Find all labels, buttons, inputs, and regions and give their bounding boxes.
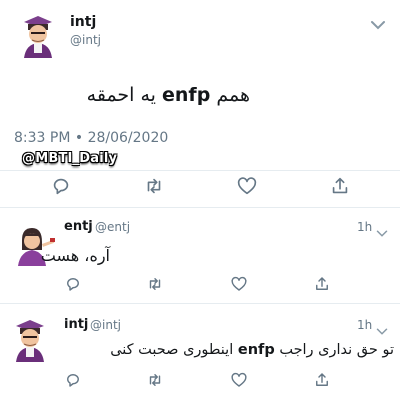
author-handle[interactable]: @intj: [70, 33, 101, 47]
heart-icon[interactable]: [230, 275, 248, 293]
tweet-text-pre: همم: [210, 84, 250, 106]
tweet-timestamp[interactable]: 8:33 PM • 28/06/2020: [14, 130, 168, 146]
watermark: @MBTI_Daily: [22, 151, 118, 166]
reply-icon[interactable]: [50, 175, 72, 197]
author-name[interactable]: intj: [64, 317, 88, 332]
chevron-down-icon[interactable]: [376, 321, 388, 335]
tweet-text-bold: enfp: [162, 84, 211, 106]
author-handle[interactable]: @intj: [90, 318, 121, 332]
divider: [0, 303, 400, 304]
chevron-down-icon[interactable]: [376, 223, 388, 237]
divider: [0, 207, 400, 208]
reply-time[interactable]: 1h: [357, 318, 372, 332]
share-icon[interactable]: [329, 175, 351, 197]
divider: [0, 170, 400, 171]
heart-icon[interactable]: [230, 371, 248, 389]
reply-text-pre: تو حق نداری راجب: [274, 342, 394, 358]
author-name[interactable]: entj: [64, 219, 93, 234]
retweet-icon[interactable]: [146, 275, 164, 293]
share-icon[interactable]: [313, 275, 331, 293]
tweet-text-post: یه احمقه: [86, 84, 163, 106]
share-icon[interactable]: [313, 371, 331, 389]
reply-text-post: اینطوری صحبت کنی: [110, 342, 238, 358]
tweet-text: همم enfp یه احمقه: [87, 84, 250, 106]
reply-icon[interactable]: [64, 275, 82, 293]
chevron-down-icon[interactable]: [370, 16, 386, 30]
heart-icon[interactable]: [236, 175, 258, 197]
intj-avatar-icon: [16, 320, 44, 362]
retweet-icon[interactable]: [146, 371, 164, 389]
avatar[interactable]: [14, 12, 62, 60]
intj-avatar-icon: [24, 16, 52, 58]
reply-icon[interactable]: [64, 371, 82, 389]
reply-text: آره، هست: [40, 246, 110, 265]
reply-time[interactable]: 1h: [357, 220, 372, 234]
avatar[interactable]: [6, 316, 54, 364]
reply-text-bold: enfp: [237, 342, 275, 358]
author-name[interactable]: intj: [70, 14, 96, 30]
reply-text: تو حق نداری راجب enfp اینطوری صحبت کنی: [110, 342, 394, 358]
retweet-icon[interactable]: [143, 175, 165, 197]
author-handle[interactable]: @entj: [95, 220, 130, 234]
